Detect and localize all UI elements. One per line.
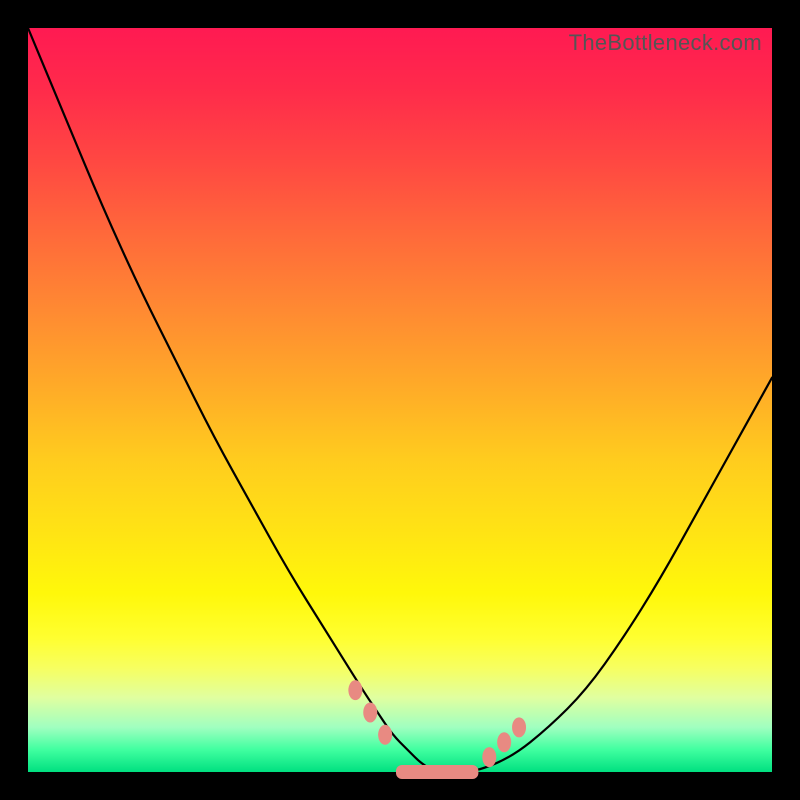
curve-marker <box>378 725 392 745</box>
curve-layer <box>28 28 772 772</box>
plot-area: TheBottleneck.com <box>28 28 772 772</box>
curve-marker <box>482 747 496 767</box>
curve-marker <box>363 702 377 722</box>
chart-frame: TheBottleneck.com <box>0 0 800 800</box>
curve-marker <box>512 717 526 737</box>
curve-marker <box>497 732 511 752</box>
bottleneck-curve <box>28 28 772 772</box>
flat-minimum-marker <box>396 765 478 779</box>
curve-marker <box>348 680 362 700</box>
markers-left-cluster <box>348 680 392 745</box>
